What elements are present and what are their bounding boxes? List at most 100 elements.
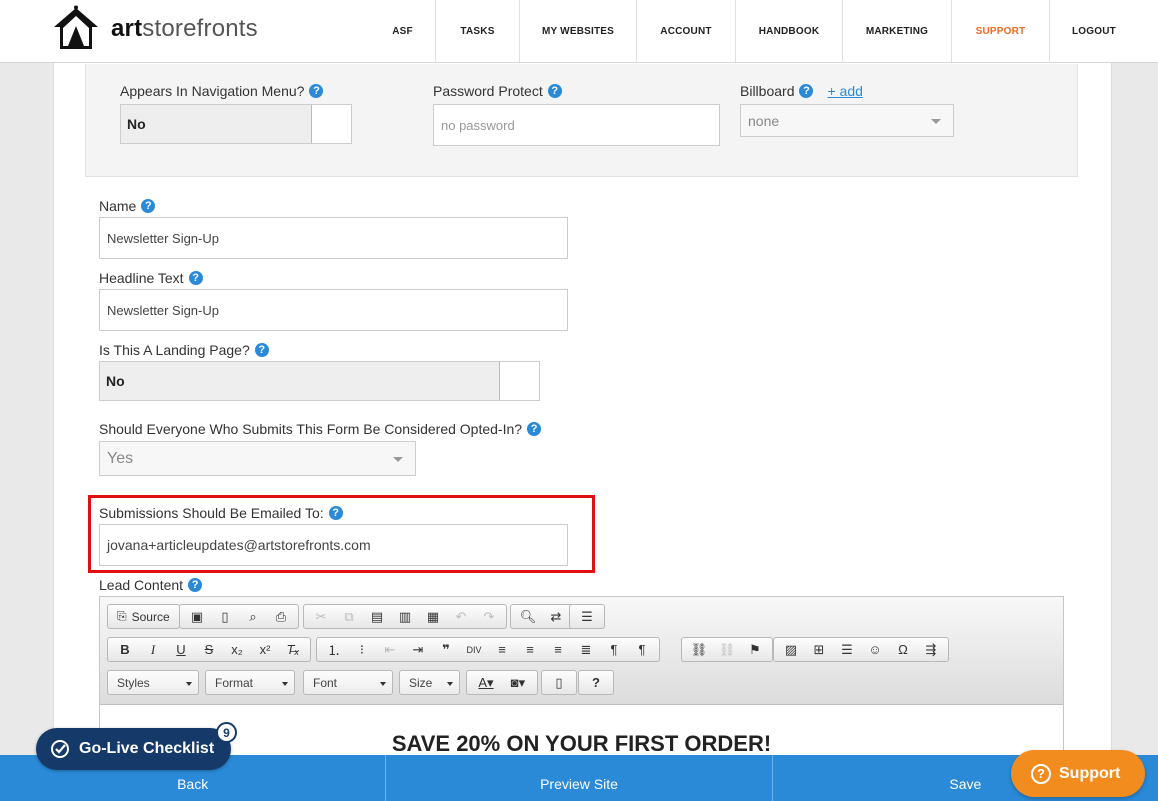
nav-tasks[interactable]: TASKS xyxy=(435,0,519,63)
nav-my-websites[interactable]: MY WEBSITES xyxy=(519,0,636,63)
nav-asf[interactable]: ASF xyxy=(370,0,435,63)
size-dropdown[interactable]: Size xyxy=(399,670,460,695)
nav-menu-label: Appears In Navigation Menu?? xyxy=(120,83,324,99)
styles-dropdown[interactable]: Styles xyxy=(107,670,199,695)
go-live-checklist-button[interactable]: Go-Live Checklist xyxy=(36,728,231,770)
horizontal-line-icon[interactable]: ☰ xyxy=(833,638,861,661)
chevron-down-icon xyxy=(931,118,941,124)
preview-icon[interactable]: ⌕ xyxy=(239,605,267,628)
select-all-icon[interactable]: ☰ xyxy=(573,605,601,628)
toolbar-group-document: ⎘ Source xyxy=(107,604,180,629)
help-question-icon[interactable]: ? xyxy=(582,671,610,694)
support-button[interactable]: ? Support xyxy=(1011,750,1145,797)
new-page-icon[interactable]: ▯ xyxy=(211,605,239,628)
headline-label: Headline Text? xyxy=(99,270,203,286)
help-icon[interactable]: ? xyxy=(328,506,343,520)
align-right-icon[interactable]: ≡ xyxy=(544,638,572,661)
unlink-icon[interactable]: ⛓ xyxy=(713,638,741,661)
table-icon[interactable]: ⊞ xyxy=(805,638,833,661)
align-left-icon[interactable]: ≡ xyxy=(488,638,516,661)
redo-icon[interactable]: ↷ xyxy=(475,605,503,628)
strikethrough-icon[interactable]: S xyxy=(195,638,223,661)
checklist-count-badge: 9 xyxy=(216,722,237,743)
paste-icon[interactable]: ▤ xyxy=(363,605,391,628)
subscript-icon[interactable]: x₂ xyxy=(223,638,251,661)
help-icon[interactable]: ? xyxy=(527,422,542,436)
blockquote-icon[interactable]: ❞ xyxy=(432,638,460,661)
help-icon[interactable]: ? xyxy=(309,84,324,98)
find-icon[interactable]: 🔍︎ xyxy=(514,605,542,628)
name-input[interactable]: Newsletter Sign-Up xyxy=(99,217,568,259)
toolbar-group-basic-styles: B I U S x₂ x² T̶ₓ xyxy=(107,637,311,662)
password-input[interactable]: no password xyxy=(433,104,720,146)
undo-icon[interactable]: ↶ xyxy=(447,605,475,628)
page-break-icon[interactable]: ⇶ xyxy=(917,638,945,661)
print-icon[interactable]: ⎙ xyxy=(267,605,295,628)
show-blocks-icon[interactable]: ▯ xyxy=(545,671,573,694)
check-circle-icon xyxy=(51,740,69,758)
nav-handbook[interactable]: HANDBOOK xyxy=(735,0,842,63)
font-dropdown[interactable]: Font xyxy=(303,670,393,695)
landing-toggle[interactable]: No xyxy=(99,361,540,401)
format-dropdown[interactable]: Format xyxy=(205,670,295,695)
help-icon[interactable]: ? xyxy=(799,84,814,98)
headline-input[interactable]: Newsletter Sign-Up xyxy=(99,289,568,331)
optin-select[interactable]: Yes xyxy=(99,441,416,476)
toolbar-group-help: ? xyxy=(578,670,614,695)
link-icon[interactable]: ⛓ xyxy=(685,638,713,661)
remove-format-icon[interactable]: T̶ₓ xyxy=(279,638,307,661)
artstorefronts-logo[interactable]: artstorefronts xyxy=(51,5,258,53)
toolbar-group-file: ▣ ▯ ⌕ ⎙ xyxy=(179,604,299,629)
source-button[interactable]: ⎘ Source xyxy=(111,605,176,628)
justify-icon[interactable]: ≣ xyxy=(572,638,600,661)
toolbar-group-insert: ▨ ⊞ ☰ ☺ Ω ⇶ xyxy=(773,637,949,662)
billboard-select[interactable]: none xyxy=(740,104,954,137)
align-center-icon[interactable]: ≡ xyxy=(516,638,544,661)
bold-icon[interactable]: B xyxy=(111,638,139,661)
billboard-add-link[interactable]: + add xyxy=(827,83,862,99)
nav-logout[interactable]: LOGOUT xyxy=(1049,0,1138,63)
email-label: Submissions Should Be Emailed To:? xyxy=(99,505,343,521)
ltr-icon[interactable]: ¶ xyxy=(600,638,628,661)
anchor-flag-icon[interactable]: ⚑ xyxy=(741,638,769,661)
create-div-icon[interactable]: DIV xyxy=(460,638,488,661)
bulleted-list-icon[interactable]: ⁝ xyxy=(348,638,376,661)
help-icon[interactable]: ? xyxy=(547,84,562,98)
text-color-icon[interactable]: A▾ xyxy=(470,671,502,694)
help-icon[interactable]: ? xyxy=(188,578,203,592)
smiley-icon[interactable]: ☺ xyxy=(861,638,889,661)
help-icon[interactable]: ? xyxy=(141,199,156,213)
toolbar-group-links: ⛓ ⛓ ⚑ xyxy=(681,637,773,662)
toolbar-group-paragraph: ⒈ ⁝ ⇤ ⇥ ❞ DIV ≡ ≡ ≡ ≣ ¶ ¶ xyxy=(316,637,660,662)
nav-menu-toggle[interactable]: No xyxy=(120,104,352,144)
nav-account[interactable]: ACCOUNT xyxy=(636,0,735,63)
toolbar-group-tools: ▯ xyxy=(541,670,577,695)
email-input[interactable]: jovana+articleupdates@artstorefronts.com xyxy=(99,524,568,566)
numbered-list-icon[interactable]: ⒈ xyxy=(320,638,348,661)
chevron-down-icon xyxy=(393,456,403,462)
underline-icon[interactable]: U xyxy=(167,638,195,661)
nav-marketing[interactable]: MARKETING xyxy=(842,0,951,63)
copy-icon[interactable]: ⧉ xyxy=(335,605,363,628)
toolbar-group-clipboard: ✂ ⧉ ▤ ▥ ▦ ↶ ↷ xyxy=(303,604,507,629)
special-char-icon[interactable]: Ω xyxy=(889,638,917,661)
background-color-icon[interactable]: ◙▾ xyxy=(502,671,534,694)
billboard-label: Billboard? + add xyxy=(740,83,863,99)
paste-text-icon[interactable]: ▥ xyxy=(391,605,419,628)
cut-icon[interactable]: ✂ xyxy=(307,605,335,628)
superscript-icon[interactable]: x² xyxy=(251,638,279,661)
preview-site-button[interactable]: Preview Site xyxy=(385,755,771,801)
replace-icon[interactable]: ⇄ xyxy=(542,605,570,628)
help-icon[interactable]: ? xyxy=(254,343,269,357)
help-icon[interactable]: ? xyxy=(188,271,203,285)
paste-word-icon[interactable]: ▦ xyxy=(419,605,447,628)
logo-text: artstorefronts xyxy=(111,15,258,42)
indent-icon[interactable]: ⇥ xyxy=(404,638,432,661)
editor-headline: SAVE 20% ON YOUR FIRST ORDER! xyxy=(391,731,772,756)
italic-icon[interactable]: I xyxy=(139,638,167,661)
image-icon[interactable]: ▨ xyxy=(777,638,805,661)
save-icon[interactable]: ▣ xyxy=(183,605,211,628)
nav-support[interactable]: SUPPORT xyxy=(951,0,1049,63)
rtl-icon[interactable]: ¶ xyxy=(628,638,656,661)
outdent-icon[interactable]: ⇤ xyxy=(376,638,404,661)
